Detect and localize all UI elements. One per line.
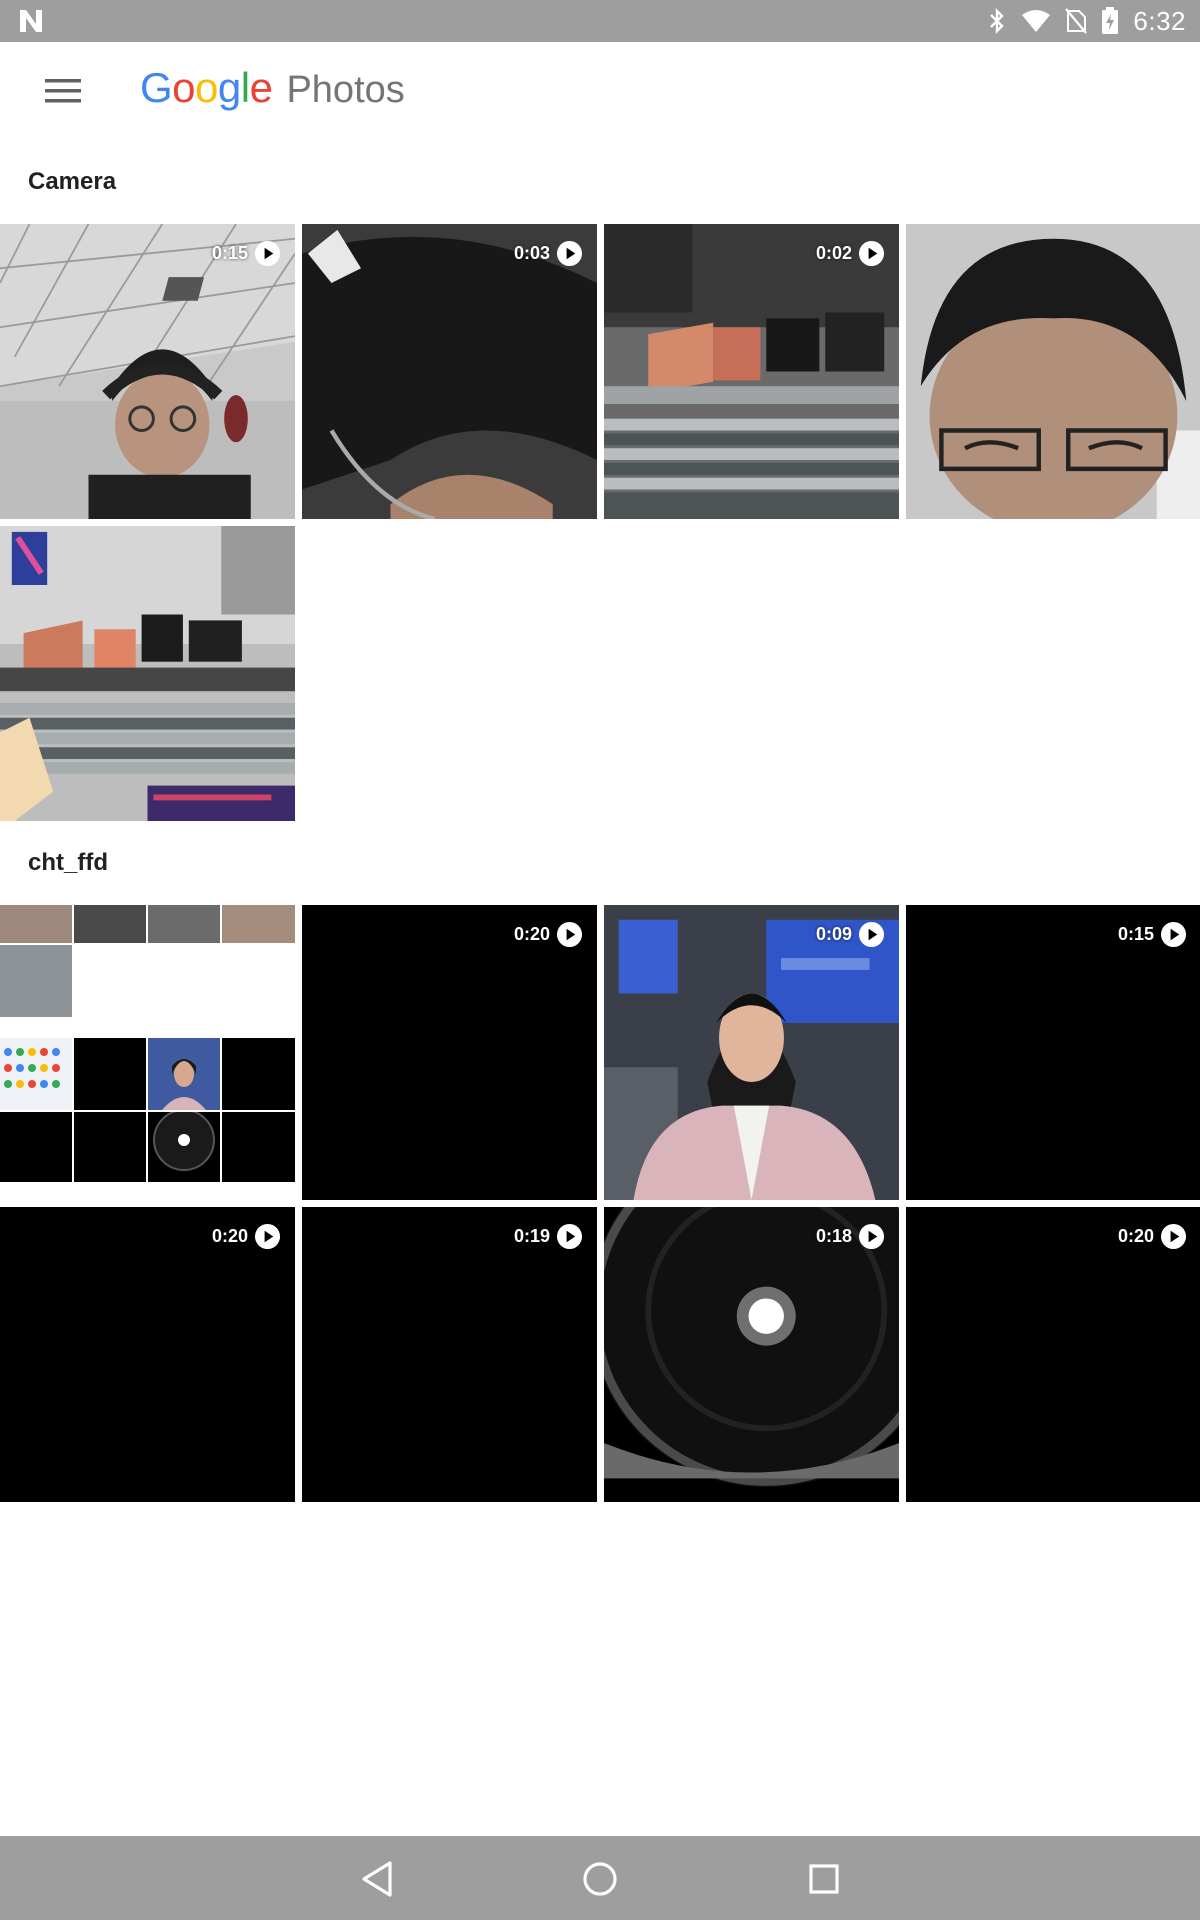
battery-charging-icon [1101,7,1119,35]
thumbnail-image [604,905,899,1200]
wifi-icon [1021,9,1051,33]
video-duration: 0:19 [513,1226,550,1246]
wordmark-letter: o [172,64,196,111]
collage-cell [222,1038,295,1110]
play-icon [556,1223,583,1250]
media-tile[interactable]: 0:20 [906,1207,1200,1502]
section-title-camera: Camera [28,168,117,195]
collage-cell [0,905,72,943]
google-wordmark: Google [140,64,273,112]
collage-cell [222,905,295,943]
collage-cell [74,1112,146,1182]
collage-cell [0,1112,72,1182]
collage-cell [74,1038,146,1110]
video-duration-badge: 0:20 [1118,1223,1187,1250]
notification-n-icon [18,8,44,34]
media-tile[interactable]: 0:18 [604,1207,899,1502]
app-bar: Google Photos [0,42,1200,138]
video-duration: 0:20 [211,1226,248,1246]
collage-cell [74,905,146,943]
section-title-cht-ffd: cht_ffd [28,849,108,876]
thumbnail-image [604,1207,899,1502]
play-icon [556,921,583,948]
video-duration: 0:18 [815,1226,852,1246]
play-icon [858,240,885,267]
media-tile[interactable]: 0:15 [906,905,1200,1200]
status-bar: 6:32 [0,0,1200,42]
video-duration-badge: 0:03 [514,240,583,267]
app-logo: Google Photos [140,64,405,112]
navigation-bar [0,1836,1200,1920]
back-button[interactable] [352,1854,402,1904]
collage-cell [148,905,220,943]
recents-button[interactable] [799,1854,849,1904]
video-duration: 0:02 [815,243,852,263]
media-tile[interactable]: 0:09 [604,905,899,1200]
video-duration-badge: 0:20 [514,921,583,948]
screenshot-tile[interactable] [0,905,295,1200]
media-tile[interactable] [906,224,1200,519]
collage-cell [0,1038,72,1110]
thumbnail-image [0,526,295,821]
video-duration: 0:15 [211,243,248,263]
play-icon [1160,1223,1187,1250]
video-duration-badge: 0:02 [816,240,885,267]
media-tile[interactable]: 0:02 [604,224,899,519]
video-duration-badge: 0:09 [816,921,885,948]
no-sim-icon [1065,8,1088,34]
video-duration: 0:20 [513,924,550,944]
play-icon [556,240,583,267]
menu-icon [45,78,81,109]
status-time: 6:32 [1133,5,1186,36]
wordmark-letter: l [240,64,250,111]
media-tile[interactable]: 0:03 [302,224,597,519]
play-icon [1160,921,1187,948]
home-button[interactable] [575,1854,625,1904]
video-duration: 0:09 [815,924,852,944]
video-duration-badge: 0:20 [212,1223,281,1250]
media-tile[interactable]: 0:19 [302,1207,597,1502]
collage-cell [148,1112,220,1182]
wordmark-letter: e [249,64,273,111]
home-icon [583,1862,617,1896]
video-duration: 0:03 [513,243,550,263]
play-icon [858,921,885,948]
video-duration-badge: 0:15 [1118,921,1187,948]
recents-icon [809,1864,839,1894]
video-duration-badge: 0:15 [212,240,281,267]
play-icon [254,1223,281,1250]
media-tile[interactable]: 0:20 [302,905,597,1200]
wordmark-letter: g [217,64,241,111]
product-name: Photos [286,69,405,111]
thumbnail-image [302,224,597,519]
thumbnail-image [0,224,295,519]
video-duration: 0:20 [1117,1226,1154,1246]
play-icon [254,240,281,267]
bluetooth-icon [987,8,1007,34]
collage-cell [0,945,72,1017]
collage-cell [148,1038,220,1110]
media-tile[interactable]: 0:15 [0,224,295,519]
video-duration-badge: 0:18 [816,1223,885,1250]
video-duration: 0:15 [1117,924,1154,944]
status-icons: 6:32 [987,0,1186,42]
back-icon [362,1861,392,1897]
collage-cell [222,1112,295,1182]
video-duration-badge: 0:19 [514,1223,583,1250]
play-icon [858,1223,885,1250]
thumbnail-image [906,224,1200,519]
wordmark-letter: o [195,64,218,111]
menu-button[interactable] [30,66,96,120]
media-tile[interactable] [0,526,295,821]
thumbnail-image [604,224,899,519]
media-tile[interactable]: 0:20 [0,1207,295,1502]
wordmark-letter: G [140,64,173,111]
